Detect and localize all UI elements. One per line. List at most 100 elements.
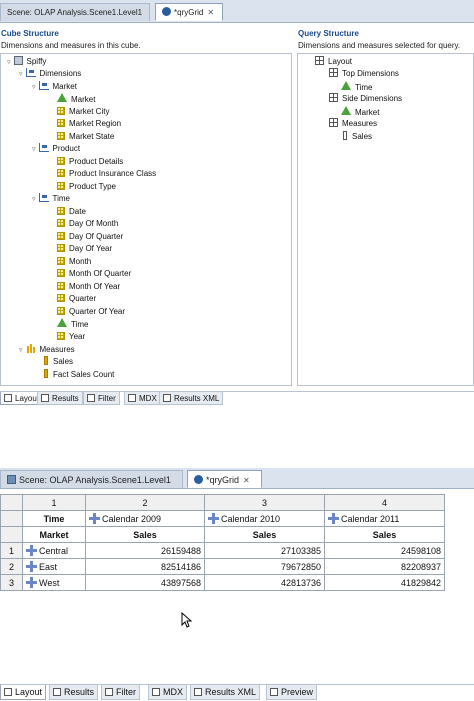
results-xml-icon	[194, 688, 202, 696]
column-header-cell[interactable]: Calendar 2009	[85, 510, 205, 527]
level-icon	[57, 119, 65, 127]
measure-icon	[343, 131, 347, 140]
col-num-2: 2	[85, 494, 205, 511]
column-header-cell[interactable]: Calendar 2010	[204, 510, 325, 527]
cube-structure-subtitle: Dimensions and measures in this cube.	[1, 41, 141, 50]
expand-icon[interactable]	[208, 513, 219, 524]
side-dimensions-icon	[329, 93, 338, 102]
tab-qrygrid-2-label: *qryGrid	[206, 475, 240, 485]
tree-node-year[interactable]: Year	[57, 331, 85, 343]
tree-node-fact-sales-count[interactable]: Fact Sales Count	[44, 369, 114, 381]
tree-node-day-of-year[interactable]: Day Of Year	[57, 243, 112, 255]
level-icon	[57, 107, 65, 115]
tree-node-sales[interactable]: Sales	[44, 356, 73, 368]
tab-scene[interactable]: Scene: OLAP Analysis.Scene1.Level1	[0, 3, 150, 21]
tab-results[interactable]: Results	[37, 392, 83, 405]
tree-node-market-region[interactable]: Market Region	[57, 118, 121, 130]
cube-icon	[13, 56, 23, 65]
tree-node-measures[interactable]: ▿ Measures	[19, 344, 75, 356]
tab-qrygrid[interactable]: *qryGrid ✕	[155, 3, 223, 21]
level-icon	[57, 157, 65, 165]
tree-node-month[interactable]: Month	[57, 256, 91, 268]
tree-node-market-state[interactable]: Market State	[57, 131, 114, 143]
mdx-icon	[128, 394, 136, 402]
row-number: 2	[0, 558, 23, 575]
tree-node-product-details[interactable]: Product Details	[57, 156, 123, 168]
row-header-cell[interactable]: Central	[22, 542, 86, 559]
row-header-cell[interactable]: West	[22, 574, 86, 591]
tree-node-date[interactable]: Date	[57, 206, 86, 218]
query-structure-tree[interactable]: Layout Top Dimensions Time Side Dimensio…	[297, 53, 474, 386]
tree-node-quarter[interactable]: Quarter	[57, 293, 96, 305]
value-cell: 41829842	[324, 574, 445, 591]
value-cell: 24598108	[324, 542, 445, 559]
tab-mdx-2[interactable]: MDX	[148, 685, 187, 700]
query-structure-title: Query Structure	[298, 29, 359, 38]
measures-icon	[329, 118, 338, 127]
level-icon	[57, 269, 65, 277]
close-icon[interactable]: ✕	[243, 476, 250, 485]
tree-node-market-city[interactable]: Market City	[57, 106, 109, 118]
tree-node-product-insurance-class[interactable]: Product Insurance Class	[57, 168, 156, 180]
value-cell: 79672850	[204, 558, 325, 575]
tab-scene-2[interactable]: Scene: OLAP Analysis.Scene1.Level1	[0, 470, 183, 488]
tree-node-time[interactable]: Time	[57, 318, 88, 330]
tree-node-day-of-month[interactable]: Day Of Month	[57, 218, 118, 230]
tab-results-xml[interactable]: Results XML	[159, 392, 224, 405]
query-structure-subtitle: Dimensions and measures selected for que…	[298, 41, 461, 50]
col-num-3: 3	[204, 494, 325, 511]
tree-node-market[interactable]: Market	[57, 93, 95, 105]
tab-layout-2[interactable]: Layout	[0, 685, 47, 700]
tree-node-month-of-year[interactable]: Month Of Year	[57, 281, 120, 293]
expand-icon[interactable]	[26, 561, 37, 572]
tab-mdx[interactable]: MDX	[124, 392, 161, 405]
tree-node-dimensions[interactable]: ▿ Dimensions	[19, 68, 81, 80]
level-icon	[57, 169, 65, 177]
filter-icon	[105, 688, 113, 696]
tree-node-spiffy[interactable]: ▿ Spiffy	[7, 56, 46, 68]
tree-node-month-of-quarter[interactable]: Month Of Quarter	[57, 268, 131, 280]
tab-filter[interactable]: Filter	[83, 392, 120, 405]
tab-qrygrid-2[interactable]: *qryGrid ✕	[187, 470, 262, 488]
level-icon	[57, 232, 65, 240]
query-node-time[interactable]: Time	[341, 81, 372, 93]
query-node-market[interactable]: Market	[341, 106, 379, 118]
close-icon[interactable]: ✕	[207, 8, 214, 17]
tab-qrygrid-label: *qryGrid	[174, 8, 204, 17]
expand-icon[interactable]	[89, 513, 100, 524]
level-icon	[57, 294, 65, 302]
value-cell: 42813736	[204, 574, 325, 591]
column-number-row: 1 2 3 4	[0, 494, 445, 511]
query-node-measures[interactable]: Measures	[329, 118, 377, 130]
query-node-layout[interactable]: Layout	[315, 56, 352, 68]
layout-icon	[4, 688, 12, 696]
level-icon	[57, 257, 65, 265]
table-row: 3 West 43897568 42813736 41829842	[0, 574, 445, 591]
tree-node-product-dim[interactable]: ▿ Product	[32, 143, 80, 155]
tree-node-quarter-of-year[interactable]: Quarter Of Year	[57, 306, 125, 318]
column-header-cell[interactable]: Calendar 2011	[324, 510, 445, 527]
expand-icon[interactable]	[26, 545, 37, 556]
tab-filter-2[interactable]: Filter	[101, 685, 140, 700]
expand-icon[interactable]	[26, 577, 37, 588]
bottom-editor-bottom-tabs: Layout Results Filter MDX Results XML Pr…	[0, 684, 474, 701]
tree-node-product-type[interactable]: Product Type	[57, 181, 116, 193]
expand-icon[interactable]	[328, 513, 339, 524]
tab-scene-label: Scene: OLAP Analysis.Scene1.Level1	[7, 8, 143, 17]
query-node-sales[interactable]: Sales	[343, 131, 372, 143]
level-icon	[57, 132, 65, 140]
tree-node-time-dim[interactable]: ▿ Time	[32, 193, 70, 205]
row-number: 1	[0, 542, 23, 559]
tree-node-day-of-quarter[interactable]: Day Of Quarter	[57, 231, 123, 243]
tab-preview[interactable]: Preview	[266, 685, 318, 700]
hierarchy-icon	[341, 106, 351, 115]
query-node-top-dimensions[interactable]: Top Dimensions	[329, 68, 399, 80]
tab-results-2[interactable]: Results	[49, 685, 99, 700]
query-node-side-dimensions[interactable]: Side Dimensions	[329, 93, 402, 105]
cube-structure-tree[interactable]: ▿ Spiffy ▿ Dimensions ▿ Market Market Marke…	[0, 53, 292, 386]
tab-results-xml-2[interactable]: Results XML	[190, 685, 261, 700]
row-header-cell[interactable]: East	[22, 558, 86, 575]
level-icon	[57, 219, 65, 227]
measure-icon	[44, 369, 48, 378]
tree-node-market-dim[interactable]: ▿ Market	[32, 81, 77, 93]
